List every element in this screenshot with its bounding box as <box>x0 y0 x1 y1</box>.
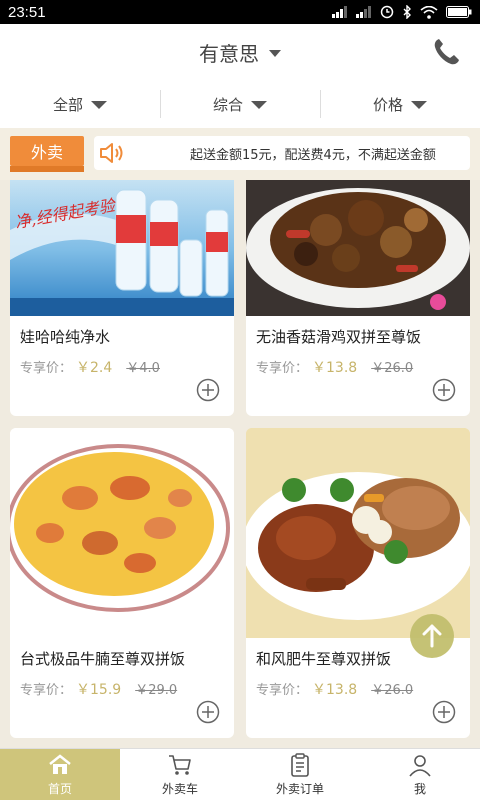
price-label: 专享价： <box>256 361 309 376</box>
notice-bar: 外卖 起送金额15元，配送费4元，不满起送金额 <box>0 128 480 180</box>
bottom-tab-bar: 首页 外卖车 外卖订单 我 <box>0 748 480 800</box>
original-price: ￥26.0 <box>371 361 414 376</box>
fatty-beef-illustration <box>246 428 470 638</box>
tab-label: 外卖订单 <box>275 782 324 796</box>
price-row: 专享价： ￥2.4 ￥4.0 <box>20 357 160 377</box>
tab-profile[interactable]: 我 <box>360 749 480 800</box>
price-value: ￥15.9 <box>76 682 122 698</box>
beef-brisket-illustration <box>10 444 230 612</box>
battery-icon <box>446 6 472 18</box>
tab-label: 我 <box>413 782 426 796</box>
clipboard-icon <box>291 753 309 777</box>
store-selector[interactable]: 有意思 <box>199 38 281 67</box>
filter-label: 全部 <box>52 95 83 114</box>
signal-icon <box>332 6 347 18</box>
speaker-icon <box>100 143 123 163</box>
price-label: 专享价： <box>20 683 73 698</box>
tab-label: 外卖车 <box>161 782 198 796</box>
arrow-up-icon <box>422 624 442 648</box>
takeout-tag-label: 外卖 <box>30 143 63 162</box>
product-name: 和风肥牛至尊双拼饭 <box>256 650 392 668</box>
tab-home[interactable]: 首页 <box>0 749 120 800</box>
app-header: 有意思 <box>0 24 480 80</box>
product-name: 无油香菇滑鸡双拼至尊饭 <box>256 328 422 346</box>
store-title: 有意思 <box>199 41 259 66</box>
status-time: 23:51 <box>8 3 46 21</box>
price-value: ￥13.8 <box>312 360 358 376</box>
add-to-cart-icon[interactable] <box>196 700 220 724</box>
tab-orders[interactable]: 外卖订单 <box>240 749 360 800</box>
original-price: ￥26.0 <box>371 683 414 698</box>
product-card[interactable]: 台式极品牛腩至尊双拼饭 专享价： ￥15.9 ￥29.0 <box>10 428 234 738</box>
price-label: 专享价： <box>256 683 309 698</box>
dropdown-triangle-icon <box>251 101 267 109</box>
product-name: 台式极品牛腩至尊双拼饭 <box>20 650 186 668</box>
price-value: ￥2.4 <box>76 360 113 376</box>
filter-sort[interactable]: 综合 <box>160 80 320 128</box>
filter-label: 综合 <box>212 95 243 114</box>
water-bottles-illustration: 净,经得起考验 <box>10 189 234 316</box>
home-icon <box>49 754 71 774</box>
product-image-fatty-beef-rice <box>246 428 470 638</box>
phone-icon[interactable] <box>430 36 462 68</box>
person-icon <box>409 755 431 777</box>
product-card[interactable]: 无油香菇滑鸡双拼至尊饭 专享价： ￥13.8 ￥26.0 <box>246 180 470 416</box>
dropdown-triangle-icon <box>411 101 427 109</box>
price-row: 专享价： ￥15.9 ￥29.0 <box>20 679 177 699</box>
takeout-tag: 外卖 <box>10 136 84 172</box>
product-grid: 净,经得起考验 娃哈哈纯净水 专享价： ￥2.4 ￥4.0 无油香菇滑鸡双拼至尊… <box>0 180 480 748</box>
original-price: ￥4.0 <box>126 361 160 376</box>
product-card[interactable]: 和风肥牛至尊双拼饭 专享价： ￥13.8 ￥26.0 <box>246 428 470 738</box>
filter-bar: 全部 综合 价格 <box>0 80 480 128</box>
wifi-icon <box>420 5 438 19</box>
price-value: ￥13.8 <box>312 682 358 698</box>
signal-icon-2 <box>356 6 371 18</box>
cart-icon <box>169 755 191 775</box>
product-card[interactable]: 净,经得起考验 娃哈哈纯净水 专享价： ￥2.4 ￥4.0 <box>10 180 234 416</box>
dropdown-triangle-icon <box>91 101 107 109</box>
status-bar: 23:51 <box>0 0 480 24</box>
filter-all[interactable]: 全部 <box>0 80 160 128</box>
announcement-bar: 起送金额15元，配送费4元，不满起送金额 <box>94 136 470 170</box>
original-price: ￥29.0 <box>135 683 178 698</box>
scroll-to-top-button[interactable] <box>410 614 454 658</box>
tab-label: 首页 <box>47 782 72 796</box>
announcement-text: 起送金额15元，配送费4元，不满起送金额 <box>190 148 436 163</box>
add-to-cart-icon[interactable] <box>432 700 456 724</box>
product-image-beef-rice <box>10 428 234 638</box>
chevron-down-icon <box>269 50 281 57</box>
tab-cart[interactable]: 外卖车 <box>120 749 240 800</box>
price-row: 专享价： ￥13.8 ￥26.0 <box>256 679 413 699</box>
price-label: 专享价： <box>20 361 73 376</box>
mushroom-chicken-illustration <box>246 180 470 316</box>
product-image-water: 净,经得起考验 <box>10 180 234 316</box>
bluetooth-icon <box>403 5 411 19</box>
filter-price[interactable]: 价格 <box>320 80 480 128</box>
add-to-cart-icon[interactable] <box>196 378 220 402</box>
add-to-cart-icon[interactable] <box>432 378 456 402</box>
product-name: 娃哈哈纯净水 <box>20 328 111 346</box>
filter-label: 价格 <box>372 95 403 114</box>
alarm-icon <box>380 5 394 19</box>
product-image-chicken-rice <box>246 180 470 316</box>
price-row: 专享价： ￥13.8 ￥26.0 <box>256 357 413 377</box>
